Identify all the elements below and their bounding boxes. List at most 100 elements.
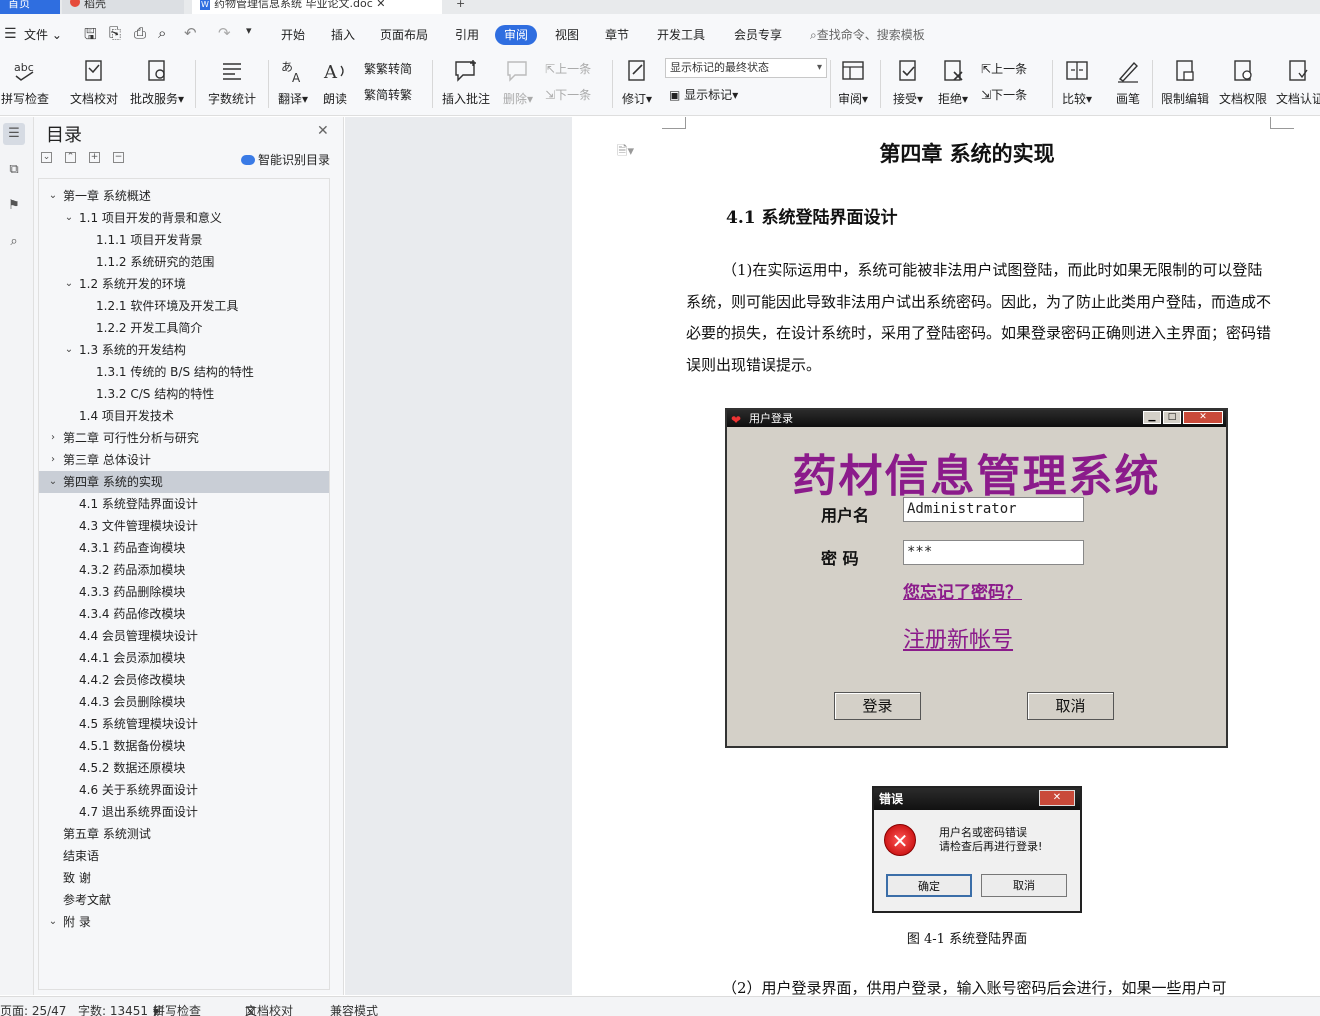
- find-icon[interactable]: ⌕: [3, 231, 25, 253]
- translate-button[interactable]: あA 翻译▾: [275, 54, 311, 114]
- simp-to-trad-button[interactable]: 繁简转繁: [364, 86, 412, 103]
- toc-item[interactable]: 4.5 系统管理模块设计: [39, 713, 329, 735]
- toc-item[interactable]: ⌄ 1.3 系统的开发结构: [39, 339, 329, 361]
- toc-item[interactable]: 4.3.4 药品修改模块: [39, 603, 329, 625]
- read-aloud-button[interactable]: A 朗读: [317, 54, 353, 114]
- chevron-down-icon[interactable]: ⌄: [47, 911, 59, 933]
- close-icon[interactable]: ✕: [376, 0, 385, 10]
- toc-item[interactable]: 致 谢: [39, 867, 329, 889]
- toc-item[interactable]: 第五章 系统测试: [39, 823, 329, 845]
- batch-service-button[interactable]: 批改服务▾: [127, 54, 187, 114]
- tab-review[interactable]: 审阅: [495, 25, 538, 45]
- print-icon[interactable]: ⎙: [134, 24, 146, 42]
- toc-item[interactable]: 1.1.1 项目开发背景: [39, 229, 329, 251]
- tab-developer[interactable]: 开发工具: [657, 25, 705, 45]
- chevron-down-icon[interactable]: ⌄: [63, 339, 75, 361]
- toc-item[interactable]: 4.4.2 会员修改模块: [39, 669, 329, 691]
- add-heading-icon[interactable]: +: [89, 152, 100, 163]
- tab-home[interactable]: 首页: [0, 0, 60, 14]
- toc-item[interactable]: › 第三章 总体设计: [39, 449, 329, 471]
- prev-comment-button[interactable]: ⇱上一条: [545, 60, 591, 77]
- next-change-button[interactable]: ⇲下一条: [981, 86, 1027, 103]
- toc-item[interactable]: 4.1 系统登陆界面设计: [39, 493, 329, 515]
- next-comment-button[interactable]: ⇲下一条: [545, 86, 591, 103]
- review-pane-button[interactable]: 审阅▾: [834, 54, 872, 114]
- close-icon[interactable]: ✕: [317, 123, 329, 139]
- toc-item[interactable]: 4.3.3 药品删除模块: [39, 581, 329, 603]
- redo-icon[interactable]: ↷: [218, 24, 231, 42]
- doc-proof-button[interactable]: 文档校对: [68, 54, 120, 114]
- toc-item[interactable]: 结束语: [39, 845, 329, 867]
- chevron-right-icon[interactable]: ›: [47, 449, 59, 471]
- compare-button[interactable]: 比较▾: [1058, 54, 1096, 114]
- delete-comment-button[interactable]: 删除▾: [498, 54, 538, 114]
- toc-item[interactable]: 1.2.2 开发工具简介: [39, 317, 329, 339]
- tab-view[interactable]: 视图: [555, 25, 579, 45]
- toc-item[interactable]: 4.4 会员管理模块设计: [39, 625, 329, 647]
- toc-item[interactable]: 4.5.1 数据备份模块: [39, 735, 329, 757]
- save-icon[interactable]: 🖫: [84, 24, 97, 49]
- restrict-edit-button[interactable]: 限制编辑: [1158, 54, 1212, 114]
- toc-item[interactable]: 1.3.1 传统的 B/S 结构的特性: [39, 361, 329, 383]
- toc-item[interactable]: ⌄ 1.2 系统开发的环境: [39, 273, 329, 295]
- chevron-down-icon[interactable]: ⌄: [63, 207, 75, 229]
- doc-cert-button[interactable]: 文档认证: [1276, 54, 1320, 114]
- tab-start[interactable]: 开始: [281, 25, 305, 45]
- toc-item[interactable]: ⌄ 1.1 项目开发的背景和意义: [39, 207, 329, 229]
- tab-chapter[interactable]: 章节: [605, 25, 629, 45]
- insert-comment-button[interactable]: 插入批注: [440, 54, 492, 114]
- toc-item[interactable]: 1.3.2 C/S 结构的特性: [39, 383, 329, 405]
- word-count-indicator[interactable]: 字数: 13451: [78, 997, 148, 1016]
- toc-item[interactable]: ⌄ 第四章 系统的实现: [39, 471, 329, 493]
- chevron-right-icon[interactable]: ›: [47, 427, 59, 449]
- toc-item[interactable]: 4.3.1 药品查询模块: [39, 537, 329, 559]
- smart-toc-button[interactable]: 智能识别目录: [241, 151, 330, 168]
- accept-button[interactable]: 接受▾: [888, 54, 928, 114]
- toc-item[interactable]: 1.1.2 系统研究的范围: [39, 251, 329, 273]
- toc-item[interactable]: ⌄ 附 录: [39, 911, 329, 933]
- word-count-button[interactable]: 字数统计: [204, 54, 260, 114]
- prev-change-button[interactable]: ⇱上一条: [981, 60, 1027, 77]
- trad-to-simp-button[interactable]: 繁繁转简: [364, 60, 412, 77]
- toc-item[interactable]: 4.4.3 会员删除模块: [39, 691, 329, 713]
- toc-item[interactable]: 4.7 退出系统界面设计: [39, 801, 329, 823]
- toc-item[interactable]: 4.6 关于系统界面设计: [39, 779, 329, 801]
- tab-references[interactable]: 引用: [455, 25, 479, 45]
- tab-document[interactable]: W 药物管理信息系统 毕业论文.doc ✕: [192, 0, 442, 14]
- quick-access-dropdown-icon[interactable]: ▾: [246, 24, 252, 37]
- chevron-down-icon[interactable]: ⌄: [63, 273, 75, 295]
- doc-permission-button[interactable]: 文档权限: [1216, 54, 1270, 114]
- expand-all-icon[interactable]: ⌃: [65, 152, 76, 163]
- remove-heading-icon[interactable]: −: [113, 152, 124, 163]
- collapse-all-icon[interactable]: ⌄: [41, 152, 52, 163]
- toc-item[interactable]: ⌄ 第一章 系统概述: [39, 185, 329, 207]
- tab-member[interactable]: 会员专享: [734, 25, 782, 45]
- tab-insert[interactable]: 插入: [331, 25, 355, 45]
- navigation-icon[interactable]: ⧉: [3, 159, 25, 181]
- tab-dake[interactable]: 稻壳: [62, 0, 184, 14]
- reject-button[interactable]: 拒绝▾: [934, 54, 972, 114]
- export-icon[interactable]: ⎘: [109, 24, 121, 42]
- toc-item[interactable]: 1.2.1 软件环境及开发工具: [39, 295, 329, 317]
- bookmark-icon[interactable]: ⚑: [3, 195, 25, 217]
- pen-button[interactable]: 画笔: [1110, 54, 1146, 114]
- command-search[interactable]: ⌕查找命令、搜索模板: [810, 25, 925, 45]
- toc-item[interactable]: 4.5.2 数据还原模块: [39, 757, 329, 779]
- print-preview-icon[interactable]: ⌕: [158, 24, 166, 42]
- new-tab-button[interactable]: +: [448, 0, 468, 14]
- toc-item[interactable]: 4.3 文件管理模块设计: [39, 515, 329, 537]
- chevron-down-icon[interactable]: ⌄: [47, 471, 59, 493]
- toc-item[interactable]: 1.4 项目开发技术: [39, 405, 329, 427]
- chevron-down-icon[interactable]: ⌄: [47, 185, 59, 207]
- toc-item[interactable]: 参考文献: [39, 889, 329, 911]
- undo-icon[interactable]: ↶: [184, 24, 197, 42]
- status-spell-check[interactable]: ☑ 拼写检查 ▾: [153, 997, 201, 1016]
- track-changes-button[interactable]: 修订▾: [618, 54, 656, 114]
- markup-state-select[interactable]: 显示标记的最终状态: [665, 58, 827, 78]
- menu-icon[interactable]: ☰: [4, 26, 17, 42]
- page-indicator[interactable]: 页面: 25/47: [0, 997, 66, 1016]
- toc-panel-icon[interactable]: ☰: [3, 123, 25, 145]
- toc-item[interactable]: 4.4.1 会员添加模块: [39, 647, 329, 669]
- file-menu[interactable]: 文件 ⌄: [24, 26, 62, 43]
- show-markup-button[interactable]: ▣ 显示标记▾: [669, 86, 738, 103]
